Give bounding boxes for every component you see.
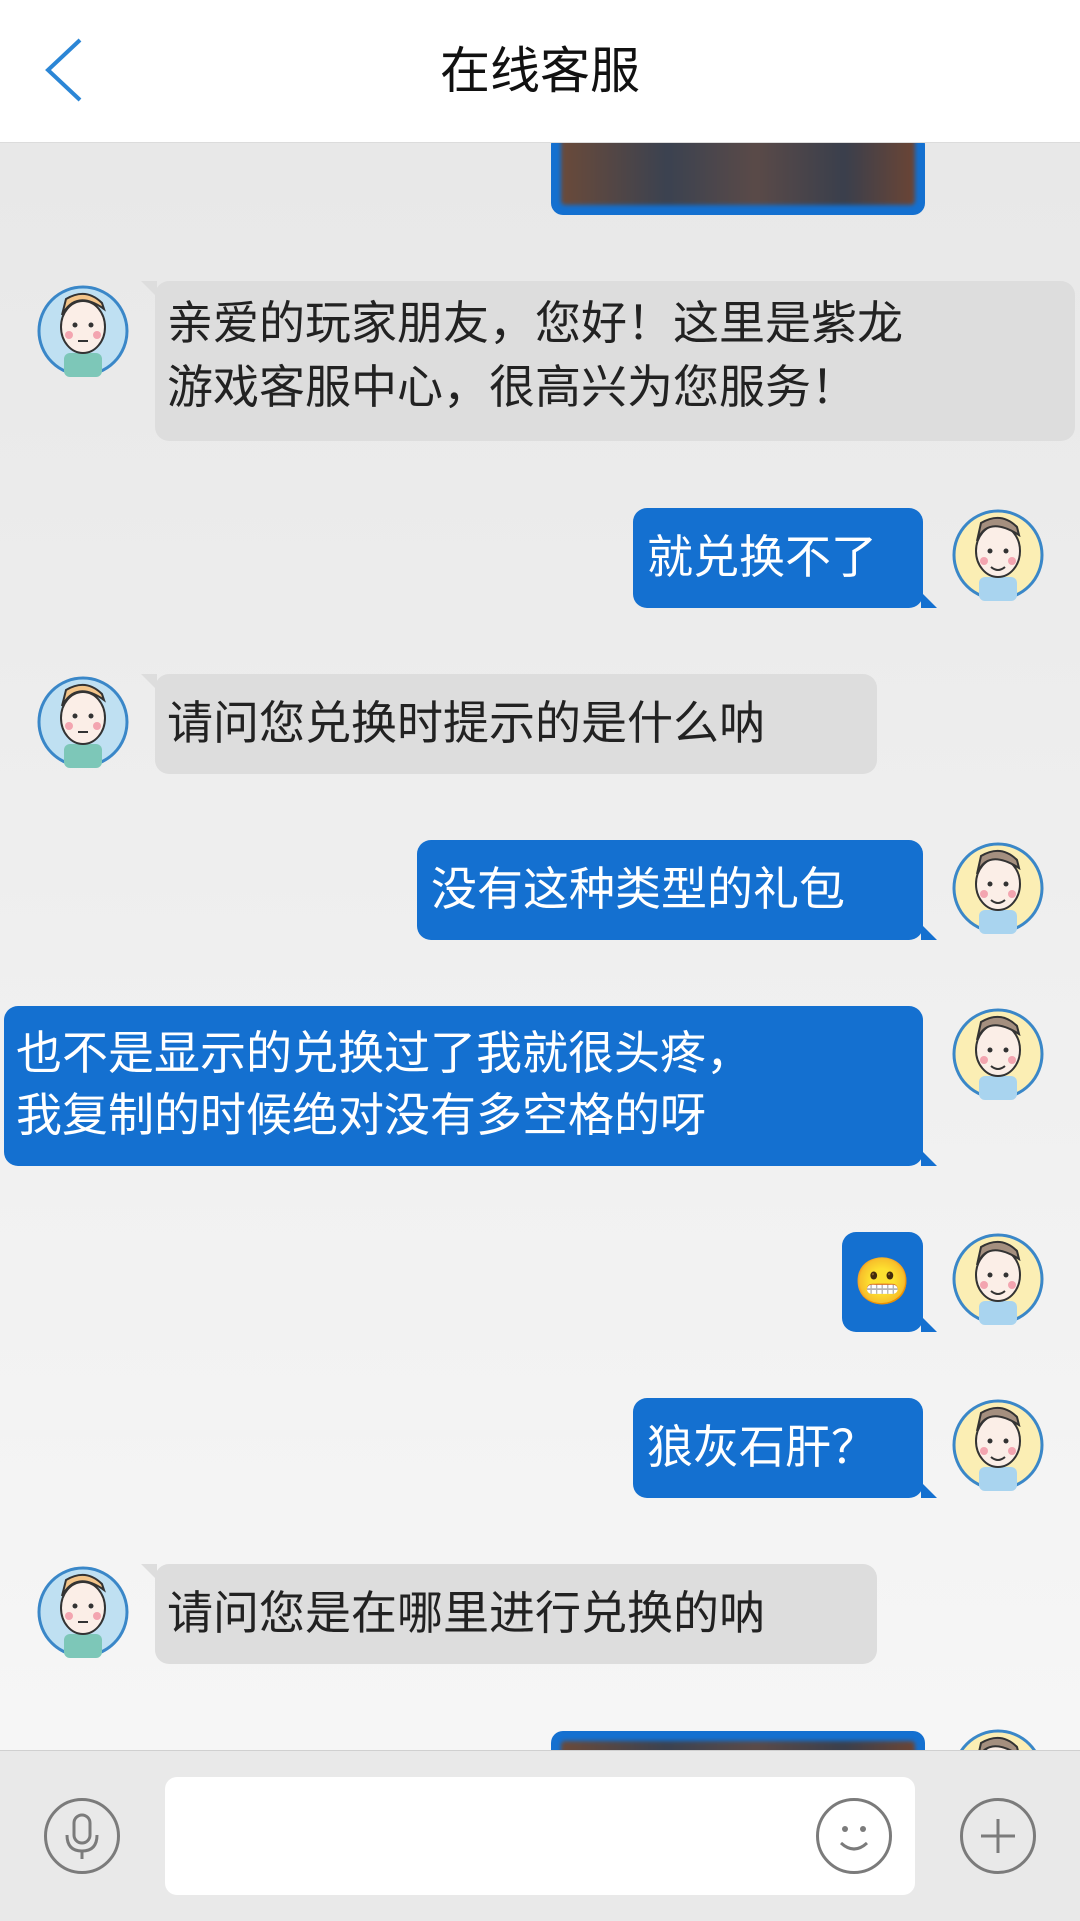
- plus-icon: [981, 1819, 1015, 1853]
- smiley-icon: [839, 1826, 869, 1851]
- blurred-image: [561, 1741, 915, 1750]
- user-avatar: [951, 1004, 1045, 1104]
- agent-avatar: [36, 1562, 130, 1662]
- user-avatar: [951, 1395, 1045, 1495]
- page-title: 在线客服: [440, 42, 640, 100]
- header-bar: 在线客服: [0, 0, 1080, 143]
- message-text: 没有这种类型的礼包: [431, 862, 845, 916]
- outgoing-message: 狼灰石肝？: [633, 1398, 937, 1498]
- message-text: 狼灰石肝？: [647, 1420, 877, 1474]
- voice-button[interactable]: [44, 1798, 120, 1874]
- message-line: 我复制的时候绝对没有多空格的呀: [16, 1088, 706, 1142]
- user-avatar: [951, 1229, 1045, 1329]
- agent-avatar: [36, 281, 130, 381]
- microphone-icon: [65, 1813, 99, 1859]
- image-message[interactable]: [551, 1731, 925, 1750]
- grimace-emoji-icon: 😬: [853, 1254, 912, 1308]
- message-text: 请问您是在哪里进行兑换的呐: [167, 1586, 765, 1640]
- incoming-message: 请问您兑换时提示的是什么呐: [141, 674, 877, 774]
- message-input[interactable]: [165, 1777, 915, 1895]
- blurred-image: [561, 143, 915, 205]
- user-avatar: [951, 838, 1045, 938]
- emoji-button[interactable]: [816, 1798, 892, 1874]
- more-button[interactable]: [960, 1798, 1036, 1874]
- message-line: 也不是显示的兑换过了我就很头疼，: [16, 1026, 752, 1080]
- outgoing-message: 没有这种类型的礼包: [417, 840, 937, 940]
- message-line: 亲爱的玩家朋友，您好！这里是紫龙: [167, 296, 903, 350]
- input-bar: [0, 1750, 1080, 1921]
- image-message[interactable]: [551, 143, 925, 215]
- message-text: 请问您兑换时提示的是什么呐: [167, 696, 765, 750]
- message-text: 就兑换不了: [647, 530, 877, 584]
- incoming-message: 请问您是在哪里进行兑换的呐: [141, 1564, 877, 1664]
- outgoing-message: 就兑换不了: [633, 508, 937, 608]
- user-avatar: [951, 505, 1045, 605]
- incoming-message: 亲爱的玩家朋友，您好！这里是紫龙 游戏客服中心，很高兴为您服务！: [141, 281, 1075, 441]
- outgoing-emoji-message: 😬: [842, 1232, 937, 1332]
- user-avatar: [951, 1725, 1045, 1750]
- agent-avatar: [36, 672, 130, 772]
- message-line: 游戏客服中心，很高兴为您服务！: [167, 360, 857, 414]
- outgoing-message: 也不是显示的兑换过了我就很头疼， 我复制的时候绝对没有多空格的呀: [4, 1006, 937, 1166]
- chat-area[interactable]: 亲爱的玩家朋友，您好！这里是紫龙 游戏客服中心，很高兴为您服务！ 就兑换不了 请…: [0, 143, 1080, 1750]
